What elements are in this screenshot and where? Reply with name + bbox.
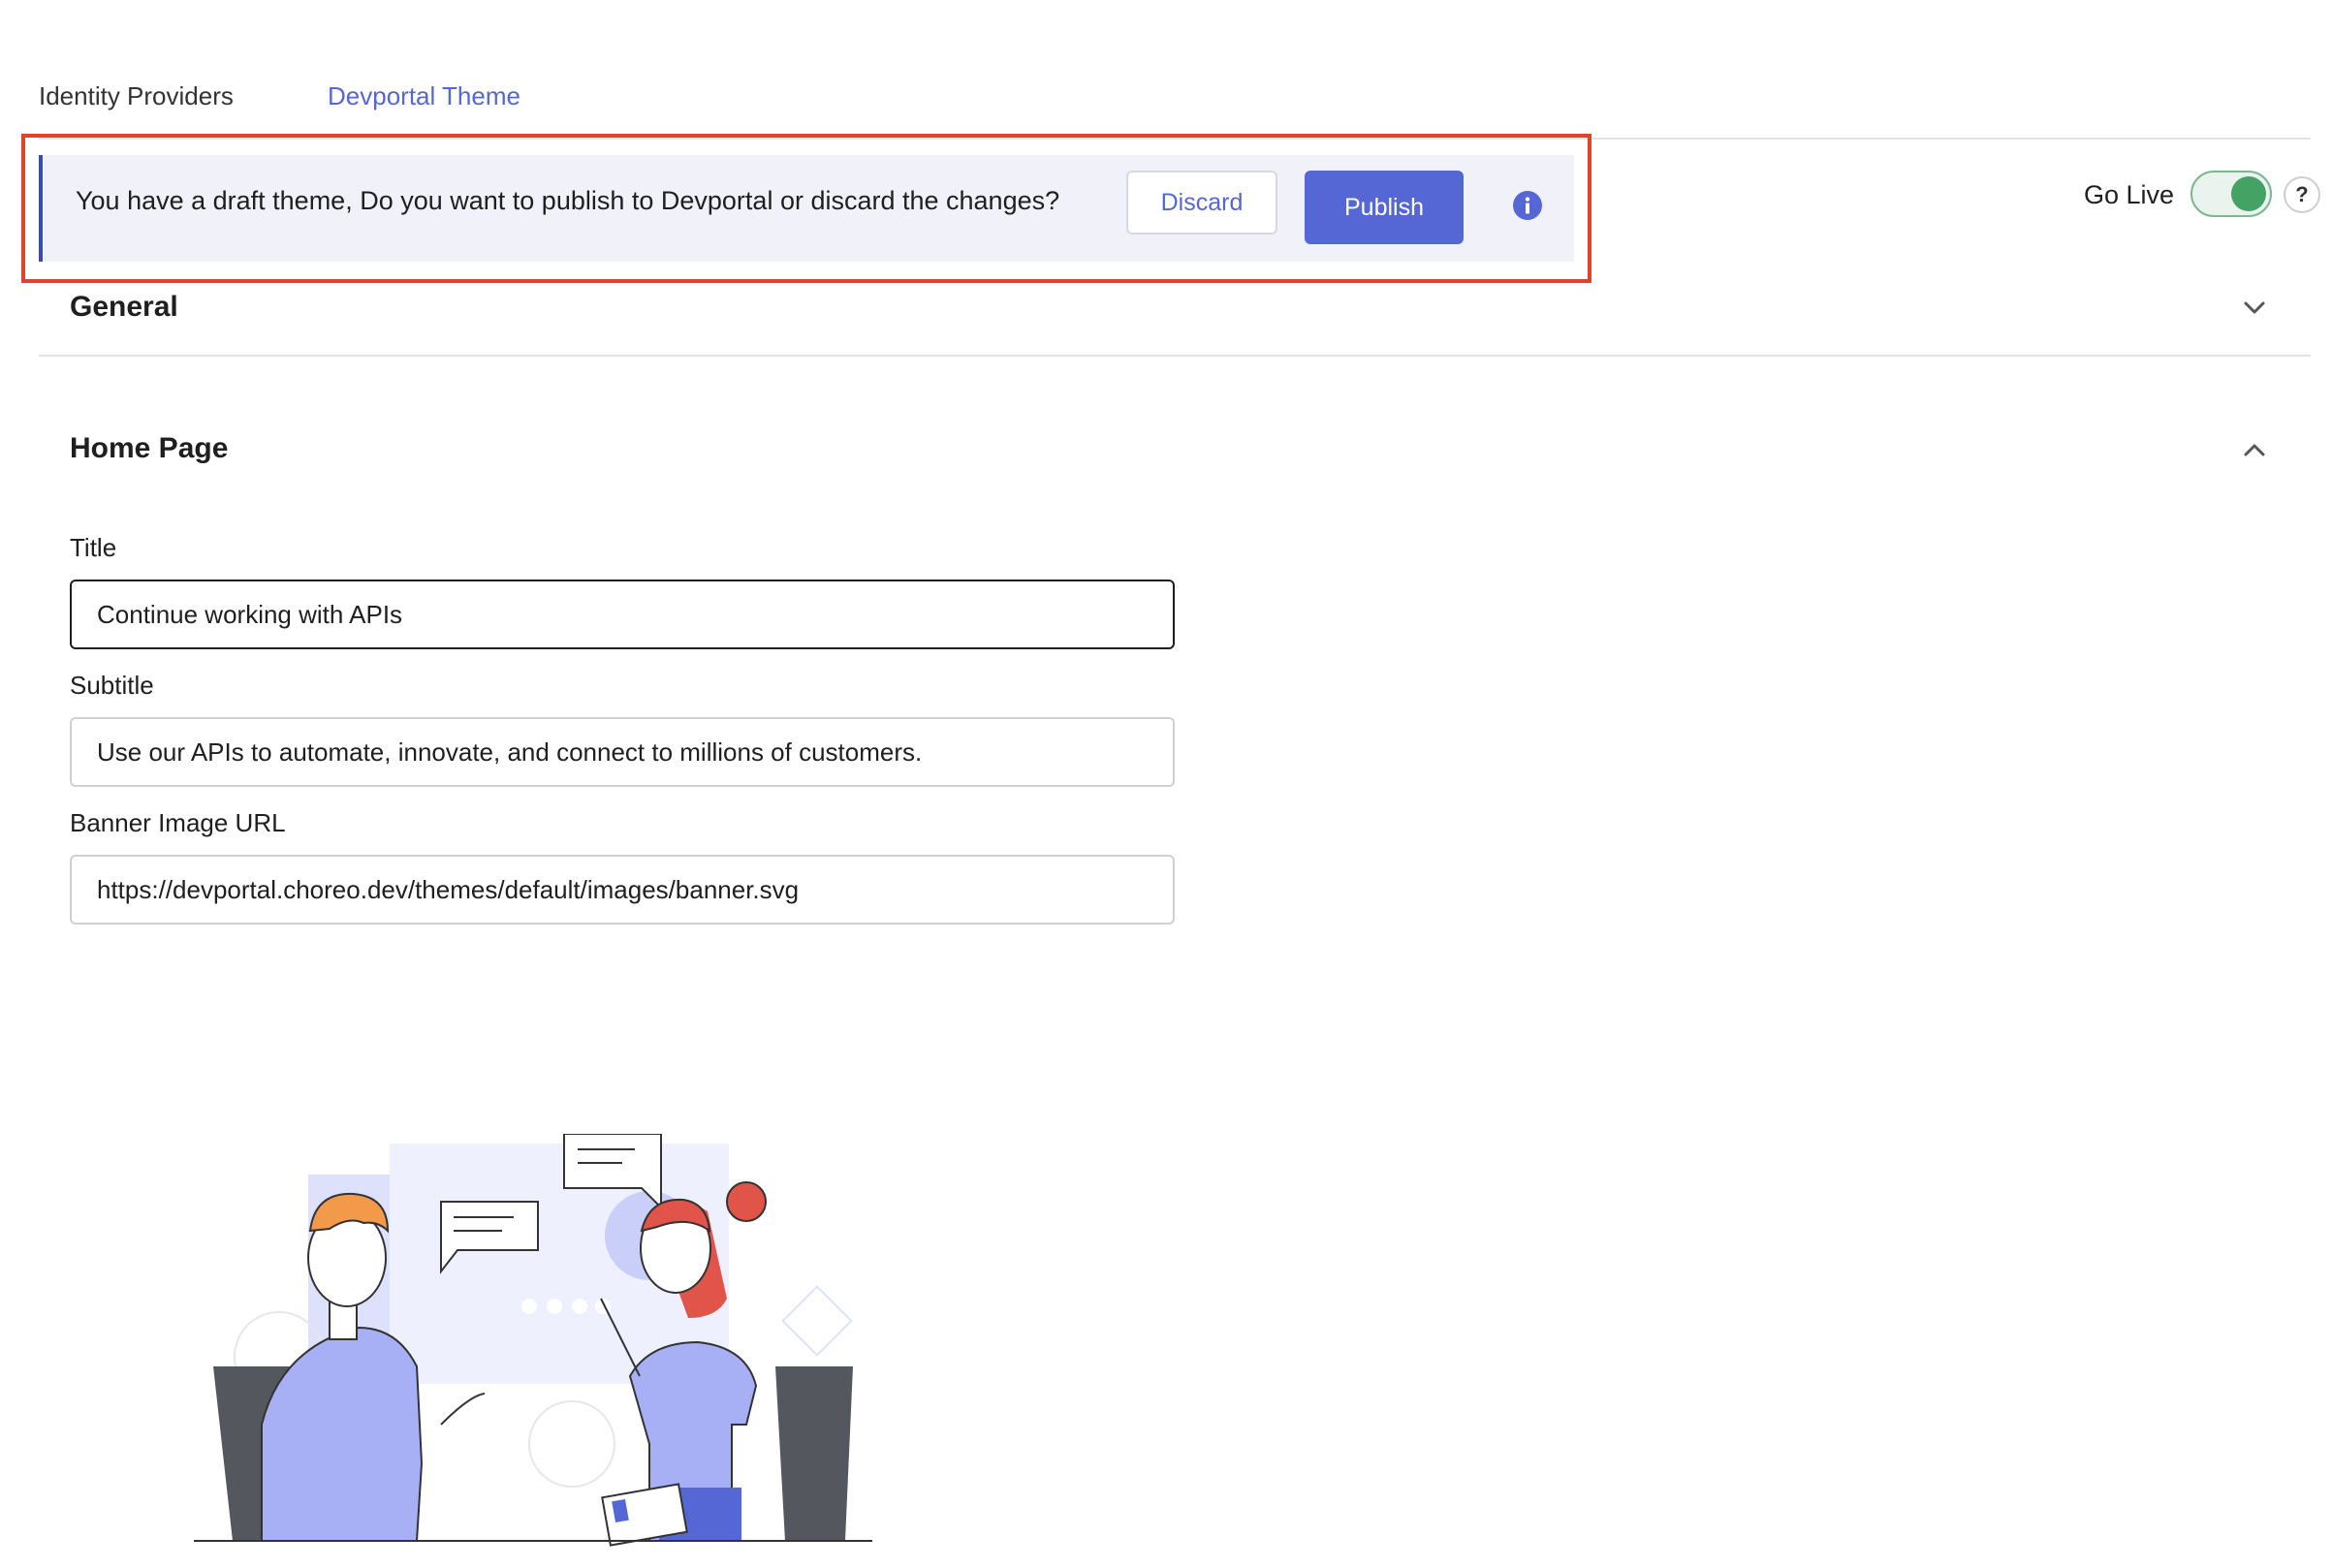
subtitle-input[interactable] — [70, 717, 1175, 787]
section-home-page-title[interactable]: Home Page — [70, 432, 228, 465]
go-live-label: Go Live — [2084, 180, 2175, 209]
section-divider — [39, 355, 2311, 357]
help-icon[interactable]: ? — [2284, 176, 2320, 213]
draft-theme-banner: You have a draft theme, Do you want to p… — [39, 155, 1574, 262]
chevron-up-icon[interactable] — [2239, 434, 2270, 465]
chevron-down-icon[interactable] — [2239, 293, 2270, 324]
title-label: Title — [70, 533, 117, 562]
section-general-title[interactable]: General — [70, 291, 178, 324]
banner-illustration — [194, 1134, 872, 1547]
banner-image-url-label: Banner Image URL — [70, 808, 286, 837]
publish-button[interactable]: Publish — [1305, 171, 1464, 244]
tab-devportal-theme[interactable]: Devportal Theme — [328, 81, 520, 111]
devportal-theme-page: Identity Providers Devportal Theme You h… — [0, 0, 2332, 1568]
toggle-knob — [2231, 176, 2266, 211]
banner-message: You have a draft theme, Do you want to p… — [76, 186, 1060, 215]
tab-identity-providers[interactable]: Identity Providers — [39, 81, 234, 111]
banner-image-url-input[interactable] — [70, 855, 1175, 925]
info-icon[interactable] — [1512, 190, 1543, 221]
title-input[interactable] — [70, 580, 1175, 649]
go-live-toggle[interactable] — [2190, 171, 2272, 217]
subtitle-label: Subtitle — [70, 671, 154, 700]
discard-button[interactable]: Discard — [1126, 171, 1277, 235]
tab-bar: Identity Providers Devportal Theme — [39, 54, 2311, 140]
